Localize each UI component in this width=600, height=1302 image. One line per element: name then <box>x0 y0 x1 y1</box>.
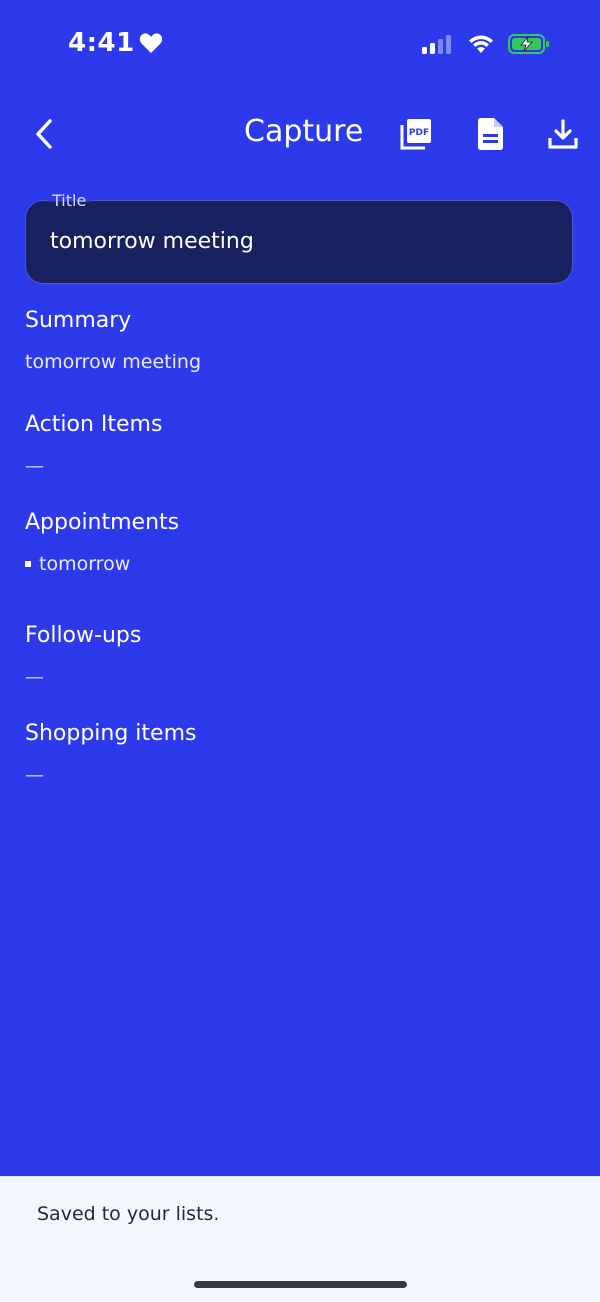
status-indicators <box>422 33 550 55</box>
status-bar: 4:41 <box>0 0 600 90</box>
follow-ups-section: Follow-ups — <box>25 623 575 688</box>
appointments-section: Appointments tomorrow <box>25 510 575 575</box>
download-button[interactable] <box>545 116 581 152</box>
appointments-heading: Appointments <box>25 510 180 535</box>
battery-charging-icon <box>508 34 549 54</box>
title-input[interactable] <box>50 229 550 254</box>
summary-section: Summary tomorrow meeting <box>25 308 575 373</box>
cellular-signal-icon <box>422 35 451 54</box>
page-title: Capture <box>244 114 364 149</box>
status-time: 4:41 <box>68 28 163 58</box>
download-icon <box>548 119 578 149</box>
bullet-icon <box>25 561 31 567</box>
wifi-icon <box>469 35 493 53</box>
action-items-empty: — <box>25 455 44 477</box>
capture-screen: 4:41 Capture PDF Title tomorrow meeting … <box>0 0 600 1302</box>
document-icon <box>478 118 503 150</box>
svg-text:PDF: PDF <box>409 128 429 138</box>
action-items-heading: Action Items <box>25 412 163 437</box>
shopping-items-empty: — <box>25 764 44 786</box>
action-items-section: Action Items — <box>25 412 575 477</box>
shopping-items-section: Shopping items — <box>25 721 575 786</box>
heart-icon <box>139 33 162 53</box>
summary-heading: Summary <box>25 308 132 333</box>
list-item: tomorrow <box>25 553 575 575</box>
export-document-button[interactable] <box>472 116 508 152</box>
title-field[interactable]: Title <box>25 191 573 284</box>
title-field-label: Title <box>48 191 91 210</box>
chevron-left-icon <box>36 119 52 149</box>
home-indicator[interactable] <box>194 1281 407 1288</box>
back-button[interactable] <box>24 114 64 154</box>
shopping-items-heading: Shopping items <box>25 721 197 746</box>
top-app-bar: Capture PDF <box>0 104 600 164</box>
export-pdf-button[interactable]: PDF <box>398 116 434 152</box>
summary-text: tomorrow meeting <box>25 351 202 373</box>
snackbar-message: Saved to your lists. <box>37 1203 220 1225</box>
follow-ups-empty: — <box>25 666 44 688</box>
appointment-text: tomorrow <box>39 553 131 575</box>
appointments-list: tomorrow <box>25 553 575 575</box>
status-time-text: 4:41 <box>68 28 135 58</box>
pdf-icon: PDF <box>400 119 431 150</box>
follow-ups-heading: Follow-ups <box>25 623 142 648</box>
